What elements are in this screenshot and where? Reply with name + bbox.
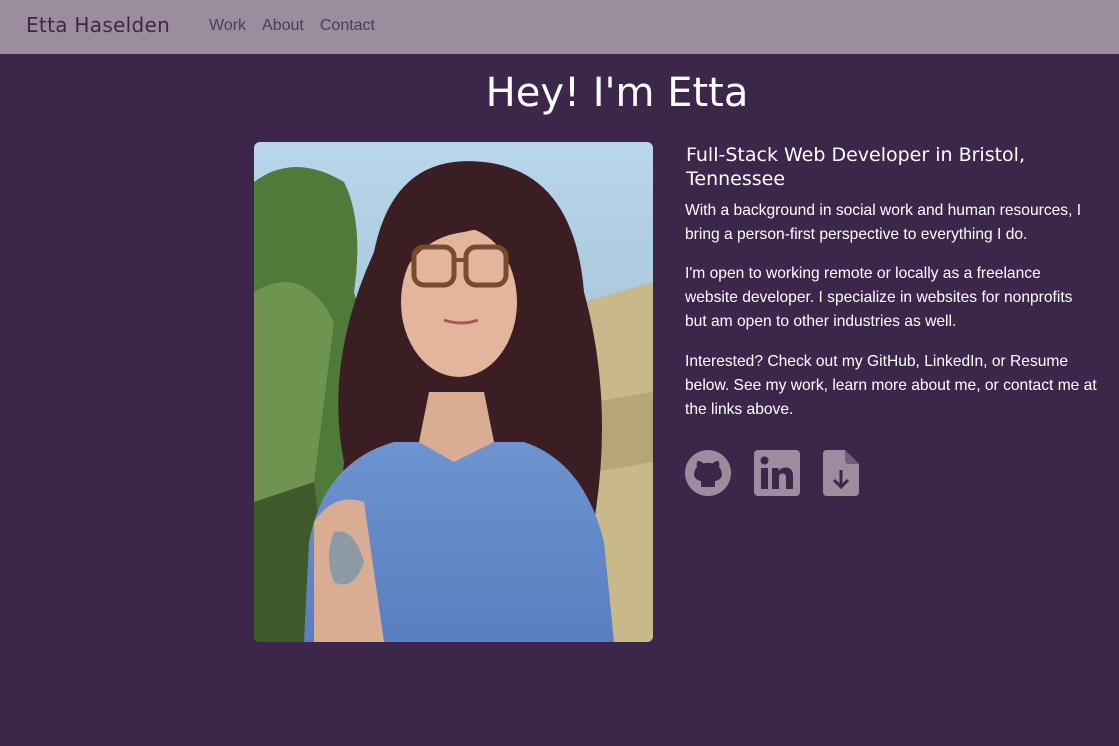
page-title: Hey! I'm Etta: [485, 70, 749, 116]
file-download-icon: [823, 450, 859, 496]
bio-paragraph: Interested? Check out my GitHub, LinkedI…: [685, 353, 1097, 418]
github-link[interactable]: [685, 450, 731, 500]
navbar: Etta Haselden Work About Contact: [0, 0, 1119, 54]
bio-paragraph: With a background in social work and hum…: [685, 202, 1082, 243]
page-subtitle: Full-Stack Web Developer in Bristol, Ten…: [686, 144, 1025, 190]
profile-photo: [254, 142, 653, 642]
nav-link-contact[interactable]: Contact: [320, 17, 375, 35]
github-icon: [685, 450, 731, 496]
bio-paragraph: I'm open to working remote or locally as…: [685, 265, 1073, 330]
nav-link-work[interactable]: Work: [209, 17, 246, 35]
nav-link-about[interactable]: About: [262, 17, 304, 35]
resume-link[interactable]: [823, 450, 859, 500]
linkedin-link[interactable]: [754, 450, 800, 500]
nav-links: Work About Contact: [209, 17, 391, 35]
brand-link[interactable]: Etta Haselden: [26, 13, 170, 37]
social-links: [685, 450, 882, 500]
linkedin-icon: [754, 450, 800, 496]
